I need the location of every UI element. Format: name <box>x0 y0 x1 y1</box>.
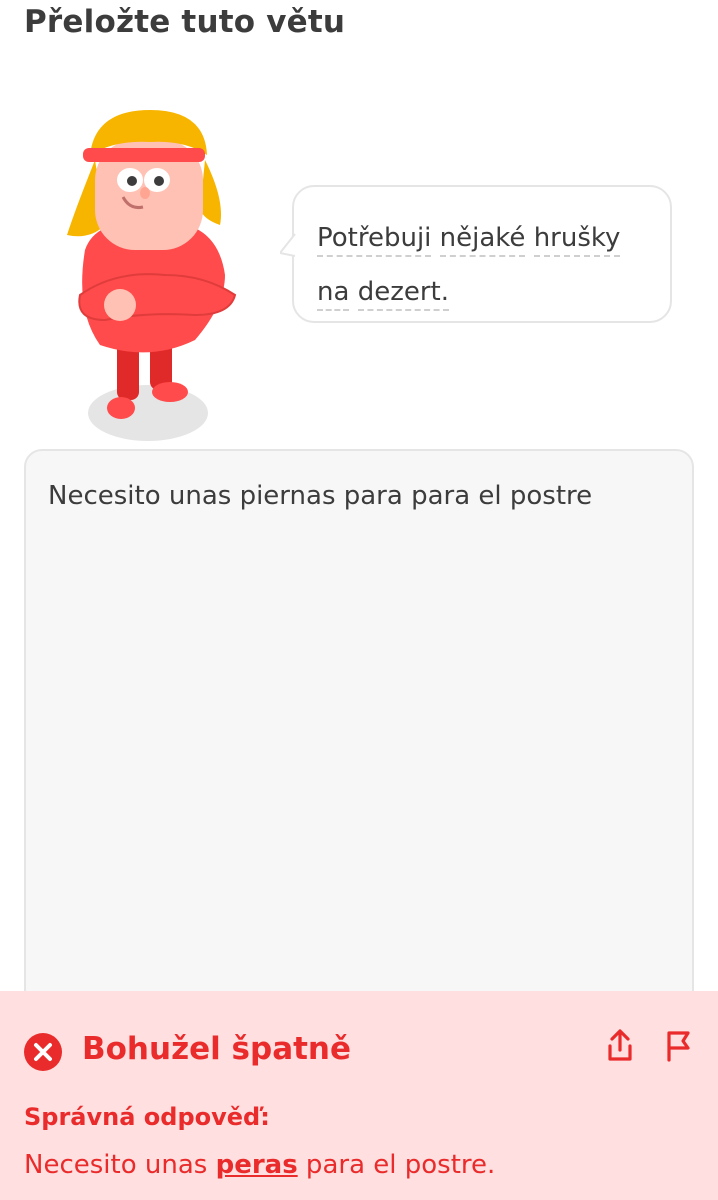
bubble-tail <box>280 233 296 257</box>
close-circle-icon <box>24 1033 62 1071</box>
page-title: Přeložte tuto větu <box>24 4 346 40</box>
prompt-word[interactable]: na <box>317 277 350 311</box>
prompt-sentence: Potřebuji nějaké hrušky na dezert. <box>317 211 650 319</box>
flag-icon[interactable] <box>658 1026 698 1066</box>
prompt-word[interactable]: dezert. <box>357 277 449 311</box>
character-illustration <box>67 110 237 441</box>
prompt-word[interactable]: hrušky <box>533 223 621 257</box>
correct-answer-text: Necesito unas peras para el postre. <box>24 1150 495 1180</box>
correct-answer-label: Správná odpověď: <box>24 1103 270 1131</box>
answer-input[interactable]: Necesito unas piernas para para el postr… <box>24 449 694 1069</box>
share-icon[interactable] <box>600 1026 640 1066</box>
feedback-title: Bohužel špatně <box>82 1031 352 1067</box>
prompt-speech-bubble: Potřebuji nějaké hrušky na dezert. <box>280 185 672 323</box>
answer-text: Necesito unas piernas para para el postr… <box>48 481 593 511</box>
correct-answer-part: Necesito unas <box>24 1150 216 1180</box>
correct-answer-highlight: peras <box>215 1150 298 1180</box>
prompt-word[interactable]: Potřebuji <box>317 223 432 257</box>
correct-answer-part: para el postre. <box>297 1150 496 1180</box>
prompt-word[interactable]: nějaké <box>439 223 526 257</box>
